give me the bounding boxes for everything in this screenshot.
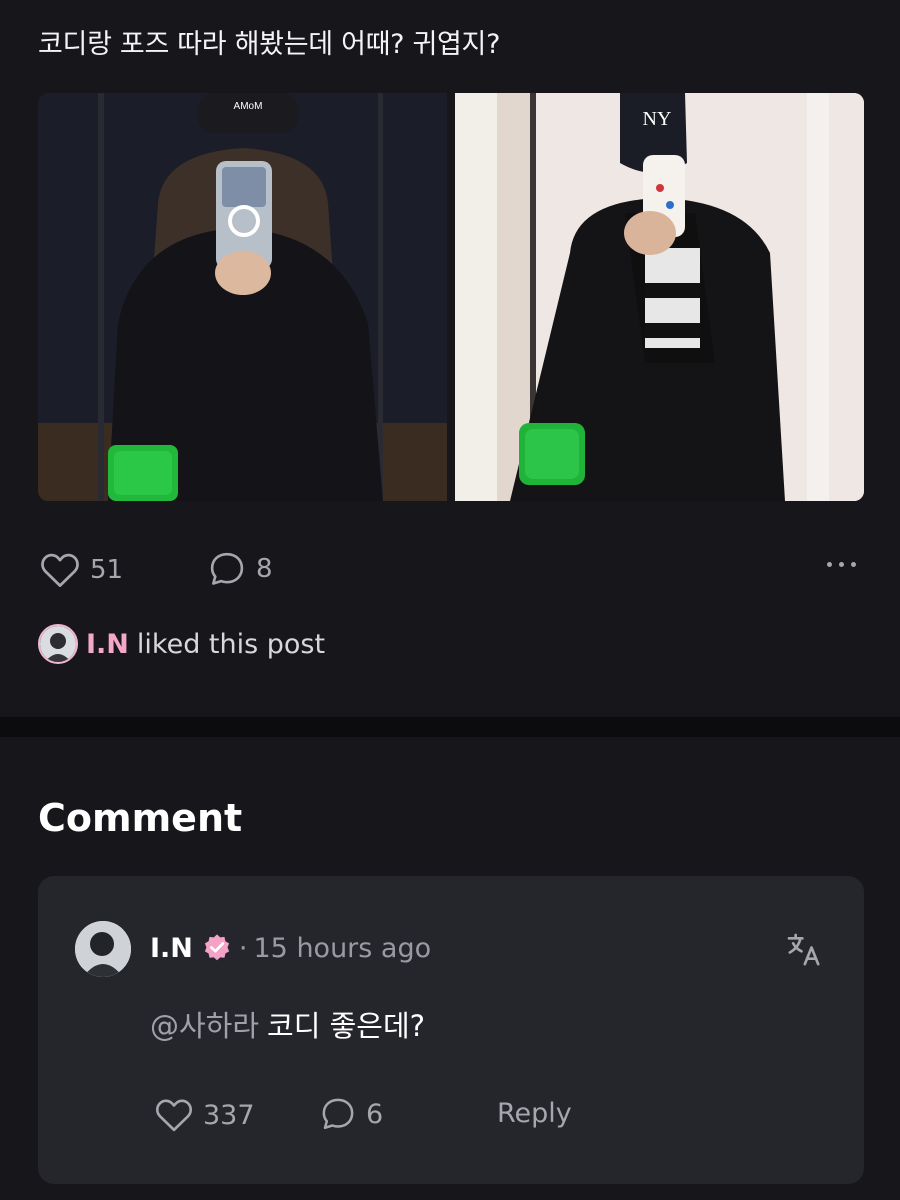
- more-dots-icon: [839, 562, 844, 567]
- comment-header: I.N · 15 hours ago: [150, 932, 431, 964]
- cap-text-amom: AMoM: [234, 101, 263, 112]
- comment-time: 15 hours ago: [253, 932, 432, 964]
- comment-heading: Comment: [38, 796, 243, 840]
- comment-author[interactable]: I.N: [150, 933, 193, 964]
- post-text: 코디랑 포즈 따라 해봤는데 어때? 귀엽지?: [38, 29, 501, 60]
- translate-button[interactable]: [784, 930, 824, 974]
- avatar: [38, 624, 78, 664]
- translate-icon: [787, 933, 820, 966]
- comment-reply-count-button[interactable]: 6: [318, 1094, 383, 1134]
- post-image-1[interactable]: AMoM: [38, 93, 447, 501]
- like-button[interactable]: 51: [38, 548, 123, 592]
- liked-by-text: liked this post: [136, 628, 326, 660]
- comment-actions: 337 6 Reply: [153, 1094, 653, 1134]
- verified-badge-icon: [204, 934, 230, 961]
- heart-icon: [41, 553, 79, 587]
- comment-like-button[interactable]: 337: [153, 1094, 255, 1136]
- section-divider: [0, 717, 900, 737]
- comment-body: @사하라 코디 좋은데?: [150, 1003, 425, 1045]
- more-options-button[interactable]: [827, 562, 856, 567]
- reply-button[interactable]: Reply: [497, 1098, 572, 1129]
- mirror-selfie-image-2: NY: [455, 93, 864, 501]
- mirror-selfie-image-1: AMoM: [38, 93, 447, 501]
- comment-separator: ·: [238, 932, 248, 964]
- more-dots-icon: [827, 562, 832, 567]
- post-actions: 51 8: [38, 548, 864, 592]
- comment-text: 코디 좋은데?: [267, 1009, 426, 1043]
- comment-bubble-icon: [210, 552, 244, 585]
- more-dots-icon: [851, 562, 856, 567]
- comment-like-count: 337: [203, 1099, 255, 1131]
- comment-card: I.N · 15 hours ago @사하라 코디 좋은데? 337 6 Rep…: [38, 876, 864, 1184]
- cap-text-ny: NY: [643, 108, 672, 130]
- liked-by-name[interactable]: I.N: [86, 629, 129, 660]
- comment-mention[interactable]: @사하라: [150, 1009, 259, 1043]
- like-count: 51: [90, 555, 124, 585]
- avatar[interactable]: [75, 921, 131, 977]
- comment-button[interactable]: 8: [206, 548, 273, 590]
- liked-by-row[interactable]: I.N liked this post: [38, 624, 325, 664]
- comment-reply-count: 6: [366, 1098, 384, 1130]
- comment-count: 8: [256, 554, 273, 584]
- post-image-2[interactable]: NY: [455, 93, 864, 501]
- heart-icon: [155, 1099, 193, 1132]
- comment-bubble-icon: [322, 1098, 354, 1130]
